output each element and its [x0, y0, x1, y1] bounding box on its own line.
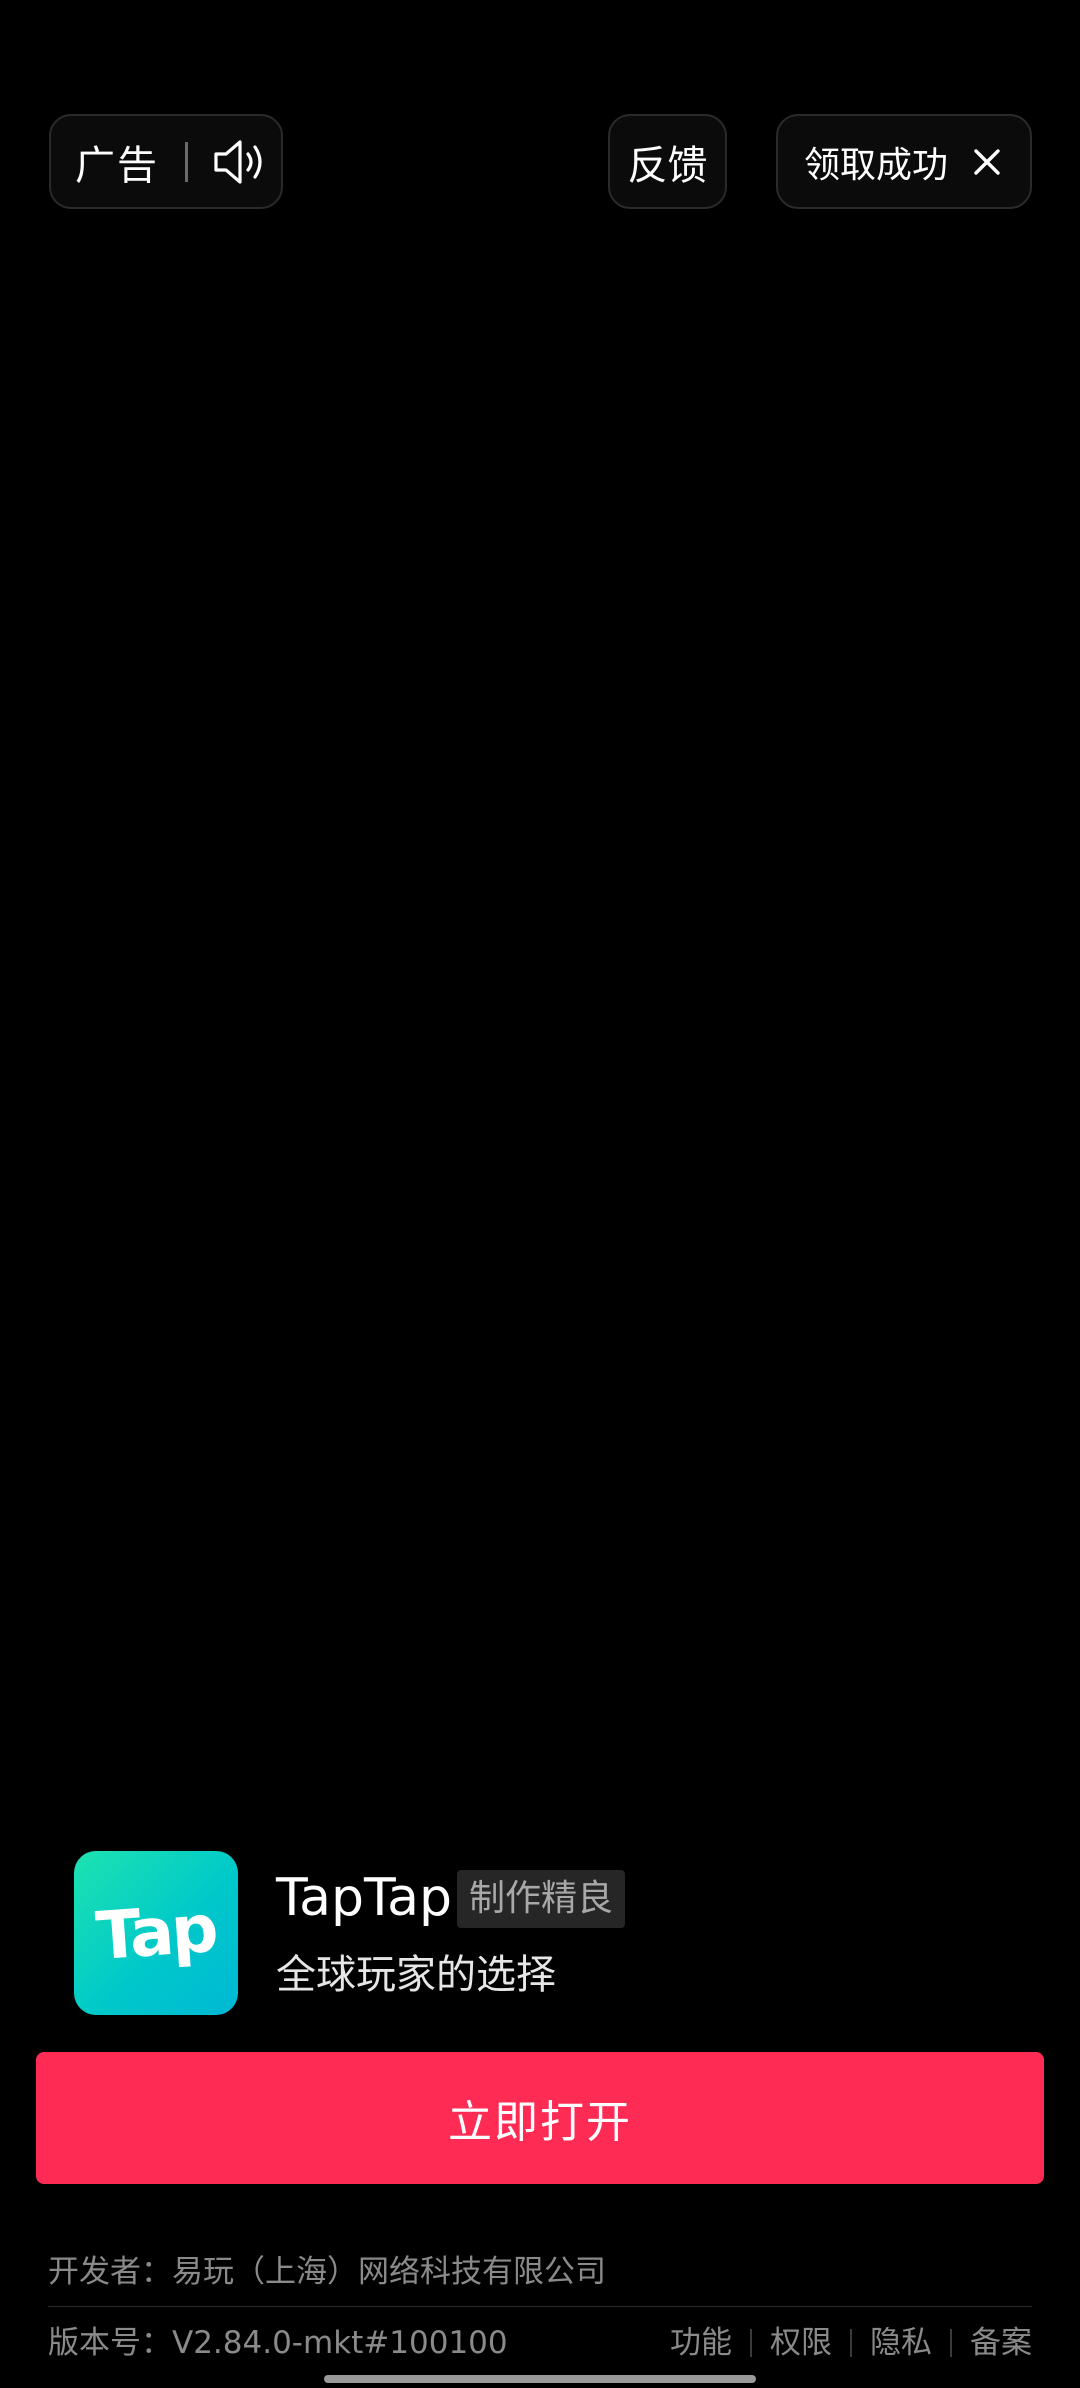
footer-separator	[750, 2329, 752, 2357]
developer-info: 开发者：易玩（上海）网络科技有限公司	[48, 2254, 606, 2290]
speaker-volume-icon[interactable]	[212, 137, 268, 187]
open-app-label: 立即打开	[448, 2097, 632, 2148]
version-info: 版本号：V2.84.0-mkt#100100	[48, 2325, 508, 2361]
ad-divider	[185, 141, 188, 182]
claim-close-button[interactable]: 领取成功	[776, 114, 1032, 209]
footer-link-privacy[interactable]: 隐私	[870, 2321, 932, 2365]
footer-links: 功能 权限 隐私 备案	[670, 2321, 1032, 2365]
open-app-button[interactable]: 立即打开	[36, 2052, 1044, 2184]
footer-link-features[interactable]: 功能	[670, 2321, 732, 2365]
claim-label: 领取成功	[804, 144, 949, 186]
ad-screen: 广告 反馈 领取成功 Tap TapTap 制作精良 全球玩家的选择 立即打开 …	[0, 0, 1080, 2388]
feedback-label: 反馈	[627, 142, 708, 189]
app-slogan: 全球玩家的选择	[276, 1952, 556, 1998]
quality-badge: 制作精良	[457, 1870, 626, 1928]
app-name: TapTap	[276, 1868, 453, 1928]
footer-separator	[950, 2329, 952, 2357]
close-icon[interactable]	[972, 147, 1002, 177]
footer-link-permissions[interactable]: 权限	[770, 2321, 832, 2365]
app-icon-logo-text: Tap	[93, 1889, 219, 1975]
feedback-button[interactable]: 反馈	[608, 114, 727, 209]
footer-link-filing[interactable]: 备案	[970, 2321, 1032, 2365]
footer-divider	[48, 2306, 1032, 2307]
app-icon[interactable]: Tap	[74, 1851, 238, 2015]
home-indicator[interactable]	[324, 2375, 756, 2383]
ad-sound-pill: 广告	[49, 114, 283, 209]
footer-separator	[850, 2329, 852, 2357]
ad-label: 广告	[75, 142, 159, 189]
